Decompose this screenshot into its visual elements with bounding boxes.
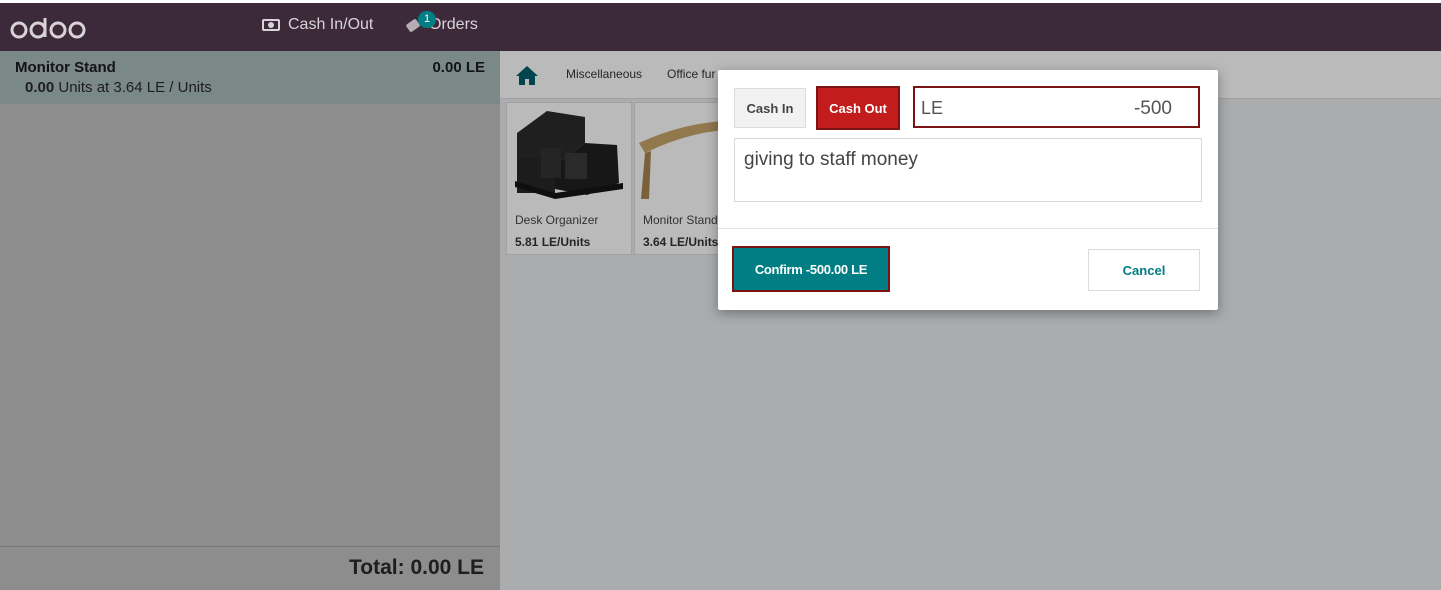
- product-name: Desk Organizer: [515, 213, 599, 227]
- total-value: 0.00 LE: [410, 556, 484, 579]
- orders-button[interactable]: 1 Orders: [405, 11, 478, 34]
- cancel-button[interactable]: Cancel: [1088, 249, 1200, 291]
- order-total: Total: 0.00 LE: [349, 556, 484, 580]
- order-line-info: 0.00 Units at 3.64 LE / Units: [25, 79, 212, 96]
- home-icon[interactable]: [515, 64, 539, 86]
- orders-count-badge: 1: [418, 11, 436, 28]
- product-name: Monitor Stand: [643, 213, 718, 227]
- odoo-logo-icon: [10, 18, 86, 39]
- amount-input[interactable]: LE -500: [913, 86, 1200, 128]
- category-miscellaneous[interactable]: Miscellaneous: [566, 67, 642, 81]
- cash-move-dialog: Cash In Cash Out LE -500 giving to staff…: [718, 70, 1218, 310]
- ticket-icon: 1: [405, 11, 436, 33]
- desk-organizer-image: [515, 111, 623, 199]
- amount-value: -500: [1133, 98, 1172, 119]
- order-line[interactable]: Monitor Stand 0.00 LE 0.00 Units at 3.64…: [0, 51, 500, 104]
- order-total-row: Total: 0.00 LE: [0, 546, 500, 590]
- reason-textarea[interactable]: giving to staff money: [734, 138, 1202, 202]
- cash-in-button[interactable]: Cash In: [734, 88, 806, 128]
- cash-in-out-button[interactable]: Cash In/Out: [262, 16, 373, 34]
- top-navbar: Cash In/Out 1 Orders: [0, 3, 1441, 51]
- confirm-button[interactable]: Confirm -500.00 LE: [732, 246, 890, 292]
- product-price: 5.81 LE/Units: [515, 235, 591, 249]
- cash-in-out-label: Cash In/Out: [288, 16, 374, 33]
- order-line-price: 0.00 LE: [432, 59, 485, 76]
- amount-currency: LE: [921, 98, 944, 118]
- order-line-unit-info: Units at 3.64 LE / Units: [58, 79, 212, 96]
- total-label: Total:: [349, 556, 405, 579]
- orders-label: Orders: [429, 16, 478, 33]
- reason-text: giving to staff money: [744, 149, 918, 170]
- category-office-furniture[interactable]: Office fur: [667, 67, 715, 81]
- product-price: 3.64 LE/Units: [643, 235, 719, 249]
- dialog-divider: [718, 228, 1218, 229]
- order-line-quantity: 0.00: [25, 79, 55, 96]
- order-line-product-name: Monitor Stand: [15, 59, 116, 76]
- product-card-desk-organizer[interactable]: Desk Organizer 5.81 LE/Units: [506, 102, 632, 255]
- money-icon: [262, 19, 280, 31]
- cash-out-button[interactable]: Cash Out: [816, 86, 900, 130]
- odoo-logo: [10, 14, 86, 42]
- order-panel: Monitor Stand 0.00 LE 0.00 Units at 3.64…: [0, 51, 500, 590]
